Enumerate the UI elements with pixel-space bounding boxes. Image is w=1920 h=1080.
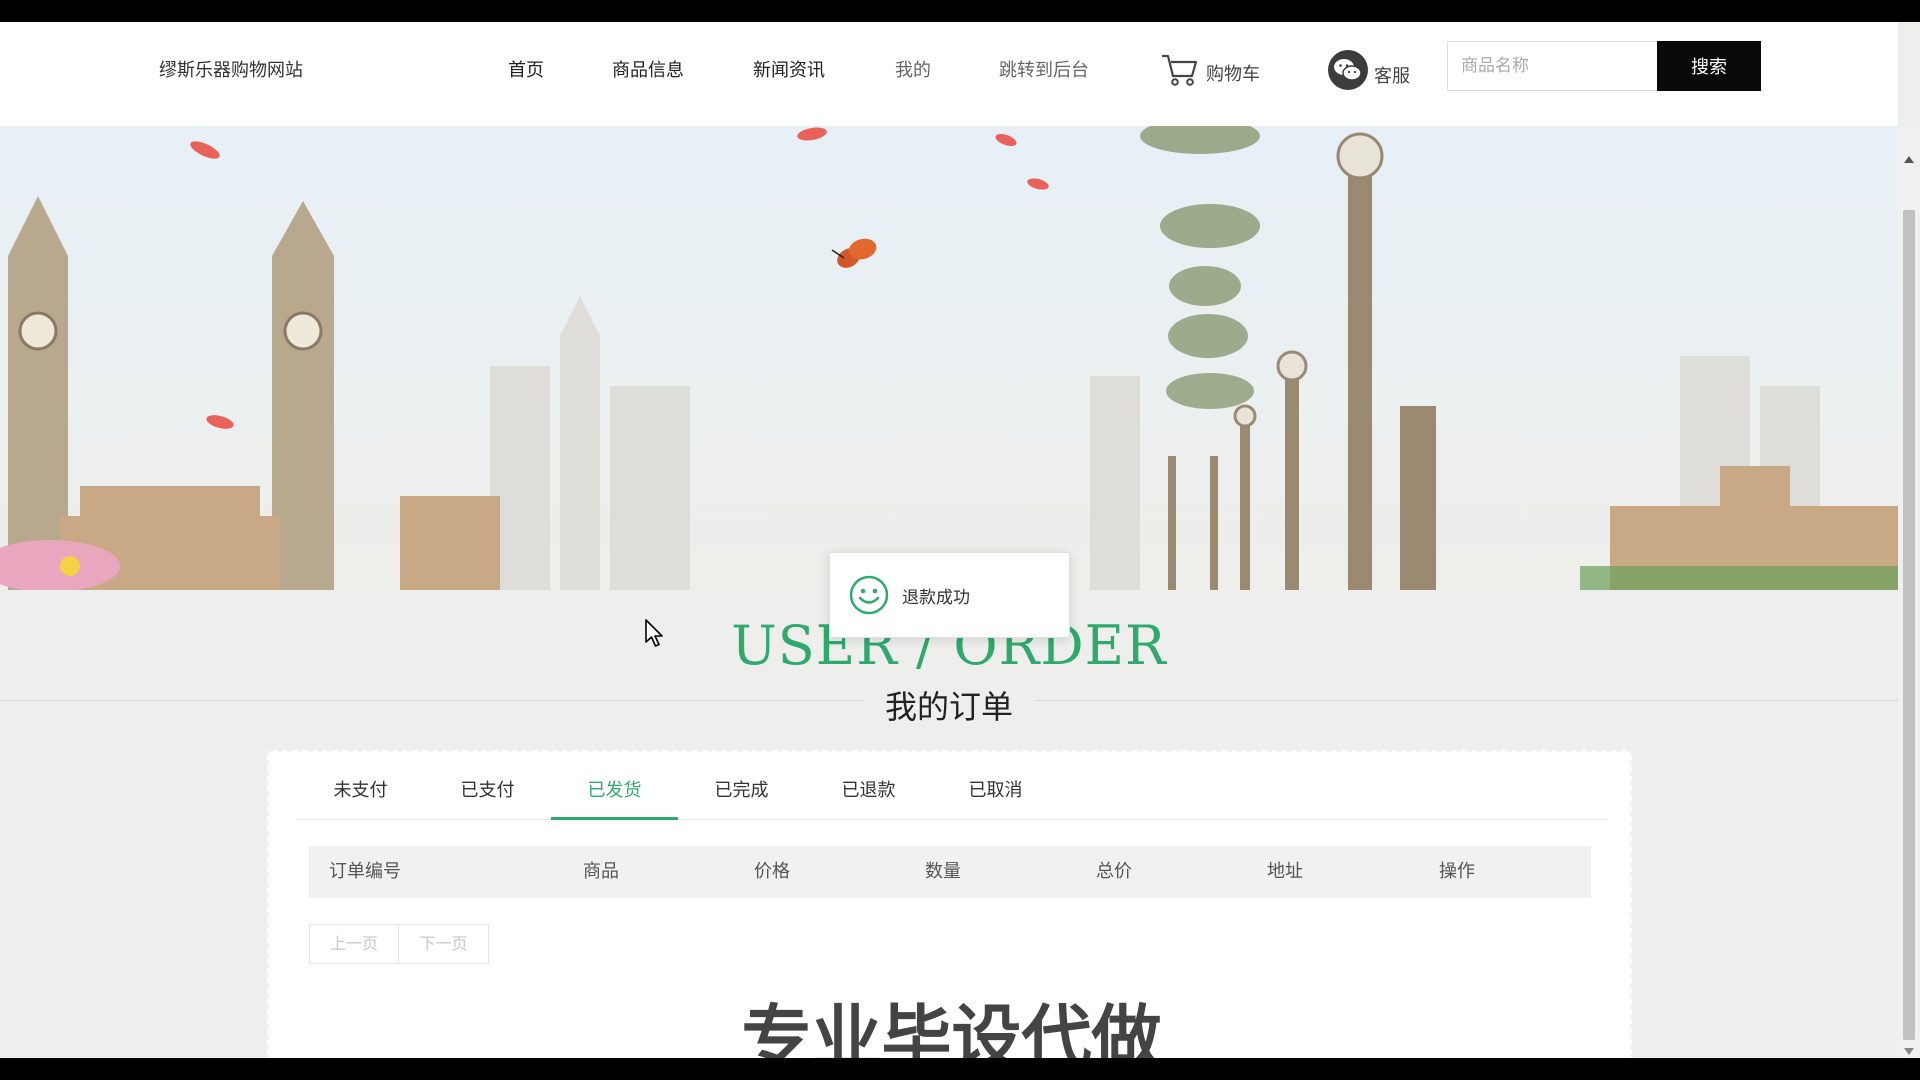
order-panel: 未支付 已支付 已发货 已完成 已退款 已取消 订单编号 商品 价格 数量 总价… [267,750,1632,1058]
tab-cancelled[interactable]: 已取消 [932,764,1059,820]
nav-news[interactable]: 新闻资讯 [753,56,825,82]
page-scrollbar[interactable] [1898,126,1920,1058]
tab-unpaid[interactable]: 未支付 [297,764,424,820]
scroll-down-arrow-icon[interactable] [1904,1048,1914,1055]
tab-refunded[interactable]: 已退款 [805,764,932,820]
column-order-number: 订单编号 [329,861,401,882]
screen-bottom-bar [0,1058,1920,1080]
prev-page-button[interactable]: 上一页 [309,924,399,964]
screen-top-bar [0,0,1920,22]
nav-admin[interactable]: 跳转到后台 [999,56,1089,82]
nav-home[interactable]: 首页 [508,56,544,82]
service-label: 客服 [1374,66,1410,87]
section-title-cn-text: 我的订单 [862,688,1035,726]
search-input[interactable] [1447,41,1657,91]
order-status-tabs: 未支付 已支付 已发货 已完成 已退款 已取消 [297,764,1607,820]
cart-link[interactable]: 购物车 [1160,48,1260,88]
watermark-text: 专业毕设代做 [741,997,1162,1058]
tab-paid[interactable]: 已支付 [424,764,551,820]
wechat-icon [1328,50,1368,90]
column-address: 地址 [1267,861,1303,882]
nav-mine[interactable]: 我的 [895,56,931,82]
tab-shipped[interactable]: 已发货 [551,764,678,820]
site-title: 缪斯乐器购物网站 [159,60,303,81]
column-total: 总价 [1096,861,1132,882]
search-button[interactable]: 搜索 [1657,41,1761,91]
smile-icon [849,575,889,615]
browser-viewport: 缪斯乐器购物网站 首页 商品信息 新闻资讯 我的 跳转到后台 购物车 客服 商品… [0,22,1920,1058]
toast-message: 退款成功 [829,552,1070,638]
order-table-header: 订单编号 商品 价格 数量 总价 地址 操作 [309,846,1591,898]
mouse-cursor-icon [645,619,663,647]
column-price: 价格 [754,861,790,882]
scroll-up-arrow-icon[interactable] [1904,156,1914,163]
pagination: 上一页 下一页 [309,924,489,964]
site-header: 缪斯乐器购物网站 首页 商品信息 新闻资讯 我的 跳转到后台 购物车 客服 商品… [0,22,1898,126]
cart-icon [1162,54,1198,86]
toast-text: 退款成功 [902,587,970,608]
next-page-button[interactable]: 下一页 [399,924,489,964]
tab-completed[interactable]: 已完成 [678,764,805,820]
column-actions: 操作 [1439,861,1475,882]
nav-products[interactable]: 商品信息 [612,56,684,82]
scroll-thumb[interactable] [1903,210,1915,1040]
hero-banner [0,126,1898,590]
column-quantity: 数量 [925,861,961,882]
customer-service-link[interactable]: 客服 [1328,46,1410,90]
column-product: 商品 [583,861,619,882]
cart-label: 购物车 [1206,64,1260,85]
banner-illustration [0,126,1898,590]
section-title-cn: 我的订单 [0,682,1898,728]
